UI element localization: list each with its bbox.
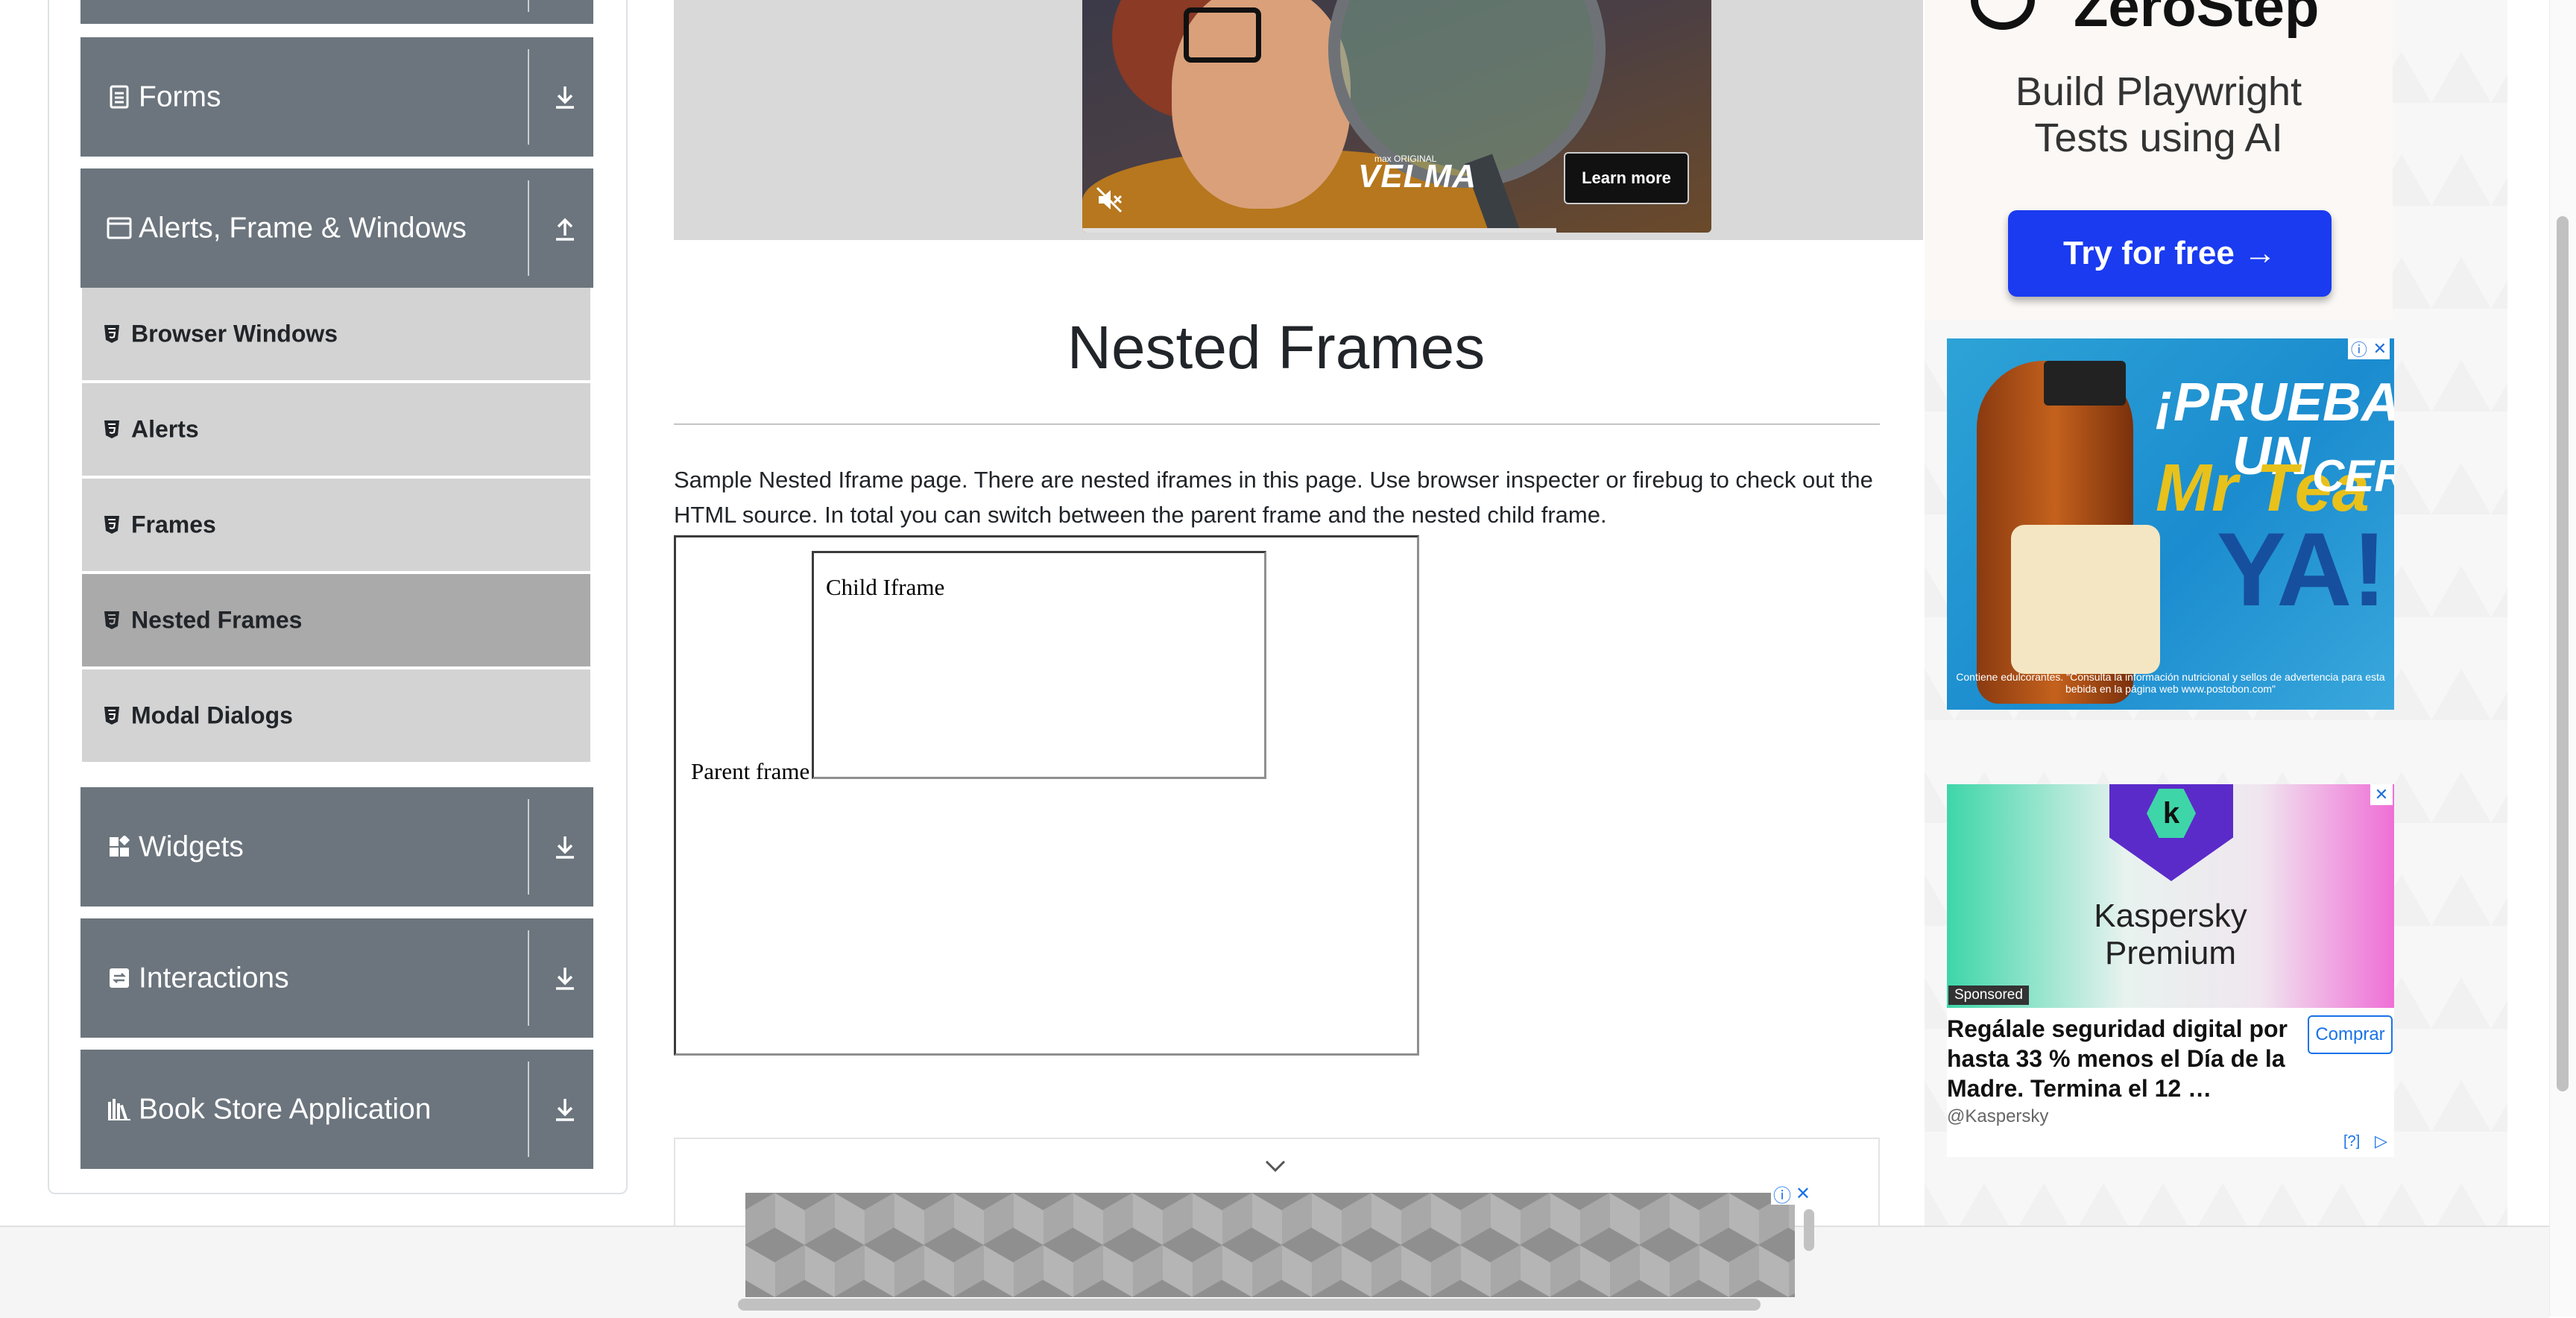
info-icon[interactable]: ⓘ <box>1773 1181 1791 1207</box>
info-icon[interactable]: ⓘ <box>2351 337 2367 361</box>
group-divider <box>528 0 529 12</box>
zerostep-headline-line1: Build Playwright <box>2015 69 2302 114</box>
html5-icon <box>103 324 121 344</box>
kaspersky-title-line1: Kaspersky <box>2094 898 2247 934</box>
tea-cero: CERO <box>2312 451 2394 501</box>
page-title: Nested Frames <box>1067 314 1486 382</box>
video-progress-bar[interactable] <box>1082 228 1556 233</box>
zerostep-headline: Build Playwright Tests using AI <box>1925 69 2393 161</box>
zerostep-headline-line2: Tests using AI <box>2034 116 2283 160</box>
ad-close[interactable]: ✕ <box>2370 784 2393 805</box>
html5-icon <box>103 419 121 440</box>
try-for-free-button[interactable]: Try for free → <box>2008 210 2332 297</box>
menu-item-label: Browser Windows <box>131 320 338 347</box>
sticky-ad-horizontal-scrollbar[interactable] <box>738 1299 1761 1311</box>
group-header-interactions[interactable]: Interactions <box>80 918 593 1038</box>
menu-item-frames[interactable]: Frames <box>82 479 590 571</box>
kaspersky-ad-text[interactable]: Regálale seguridad digital por hasta 33 … <box>1947 1014 2290 1103</box>
tea-bottle-label <box>2011 525 2160 674</box>
group-label-interactions: Interactions <box>139 962 289 994</box>
zerostep-logo-text: ZeroStep <box>2074 0 2320 39</box>
tea-ad[interactable]: ¡PRUEBA UN Mr Tea CERO YA! Contiene edul… <box>1947 338 2394 710</box>
group-divider <box>528 180 529 276</box>
page-description: Sample Nested Iframe page. There are nes… <box>674 467 1873 528</box>
html5-icon <box>103 705 121 726</box>
parent-frame[interactable]: Parent frame Child Iframe <box>674 535 1419 1056</box>
group-header-elements[interactable] <box>80 0 593 24</box>
group-label-forms: Forms <box>139 81 221 113</box>
menu-item-nested-frames[interactable]: Nested Frames <box>82 574 590 666</box>
tea-bottle-cap <box>2044 361 2126 406</box>
window-icon <box>106 215 133 242</box>
group-label-widgets: Widgets <box>139 830 244 863</box>
download-arrow-icon[interactable] <box>552 832 578 862</box>
group-header-alerts-frame-windows[interactable]: Alerts, Frame & Windows <box>80 168 593 288</box>
menu-item-modal-dialogs[interactable]: Modal Dialogs <box>82 669 590 762</box>
group-divider <box>528 49 529 145</box>
download-arrow-icon[interactable] <box>552 1094 578 1124</box>
kaspersky-ad[interactable]: k Kaspersky Premium Sponsored Regálale s… <box>1947 784 2394 1157</box>
close-icon[interactable]: ✕ <box>2373 339 2387 359</box>
group-label-alerts-frame-windows: Alerts, Frame & Windows <box>139 212 467 245</box>
sticky-ad-scrollbar[interactable] <box>1804 1209 1814 1251</box>
upload-arrow-icon[interactable] <box>552 213 578 243</box>
menu-item-label: Alerts <box>131 415 199 443</box>
zerostep-ad[interactable]: ZeroStep Build Playwright Tests using AI… <box>1925 0 2393 321</box>
menu-item-label: Modal Dialogs <box>131 701 293 729</box>
video-ad[interactable]: max ORIGINAL VELMA Learn more <box>1082 0 1711 233</box>
books-icon <box>106 1096 133 1123</box>
download-arrow-icon[interactable] <box>552 963 578 993</box>
group-divider <box>528 1062 529 1157</box>
document-icon <box>106 83 133 110</box>
group-header-book-store[interactable]: Book Store Application <box>80 1050 593 1169</box>
menu-item-label: Nested Frames <box>131 606 303 634</box>
ad-choices[interactable]: ⓘ ✕ <box>2348 338 2390 359</box>
group-header-widgets[interactable]: Widgets <box>80 787 593 906</box>
close-icon[interactable]: ✕ <box>1796 1183 1811 1205</box>
kaspersky-title-line2: Premium <box>2104 935 2237 971</box>
sticky-ad-choices[interactable]: ⓘ ✕ <box>1771 1181 1813 1207</box>
group-divider <box>528 799 529 895</box>
group-divider <box>528 930 529 1026</box>
download-arrow-icon[interactable] <box>552 82 578 112</box>
comprar-button[interactable]: Comprar <box>2308 1015 2393 1054</box>
tea-bottle-image <box>1977 361 2160 704</box>
video-brand-logo: VELMA <box>1358 158 1477 195</box>
menu-item-label: Frames <box>131 511 216 538</box>
kaspersky-title: Kaspersky Premium <box>1947 898 2394 972</box>
menu-item-alerts[interactable]: Alerts <box>82 383 590 476</box>
video-art-glasses <box>1184 7 1261 63</box>
ad-help-link[interactable]: [?] <box>2343 1133 2360 1150</box>
group-header-forms[interactable]: Forms <box>80 37 593 157</box>
child-iframe-text: Child Iframe <box>826 574 945 600</box>
sponsored-badge: Sponsored <box>1948 986 2029 1005</box>
parent-frame-text: Parent frame <box>691 758 810 784</box>
group-label-book-store: Book Store Application <box>139 1093 432 1126</box>
sticky-bottom-ad[interactable] <box>745 1193 1795 1297</box>
tea-ya: YA! <box>2216 511 2387 628</box>
chevron-down-icon[interactable] <box>1264 1157 1287 1175</box>
kaspersky-handle: @Kaspersky <box>1947 1106 2049 1126</box>
html5-icon <box>103 514 121 535</box>
zerostep-logo-icon <box>1971 0 2035 30</box>
close-icon[interactable]: ✕ <box>2375 785 2388 804</box>
page-scrollbar-thumb[interactable] <box>2557 216 2569 1091</box>
menu-item-browser-windows[interactable]: Browser Windows <box>82 288 590 380</box>
title-divider <box>674 423 1880 425</box>
mute-icon[interactable] <box>1094 185 1124 215</box>
html5-icon <box>103 610 121 631</box>
adchoices-icon[interactable]: ▷ <box>2375 1132 2387 1151</box>
interactions-icon <box>106 965 133 991</box>
child-iframe[interactable]: Child Iframe <box>812 551 1266 779</box>
tea-disclaimer: Contiene edulcorantes. "Consulta la info… <box>1956 671 2385 695</box>
widgets-icon <box>106 833 133 860</box>
learn-more-button[interactable]: Learn more <box>1564 152 1689 204</box>
